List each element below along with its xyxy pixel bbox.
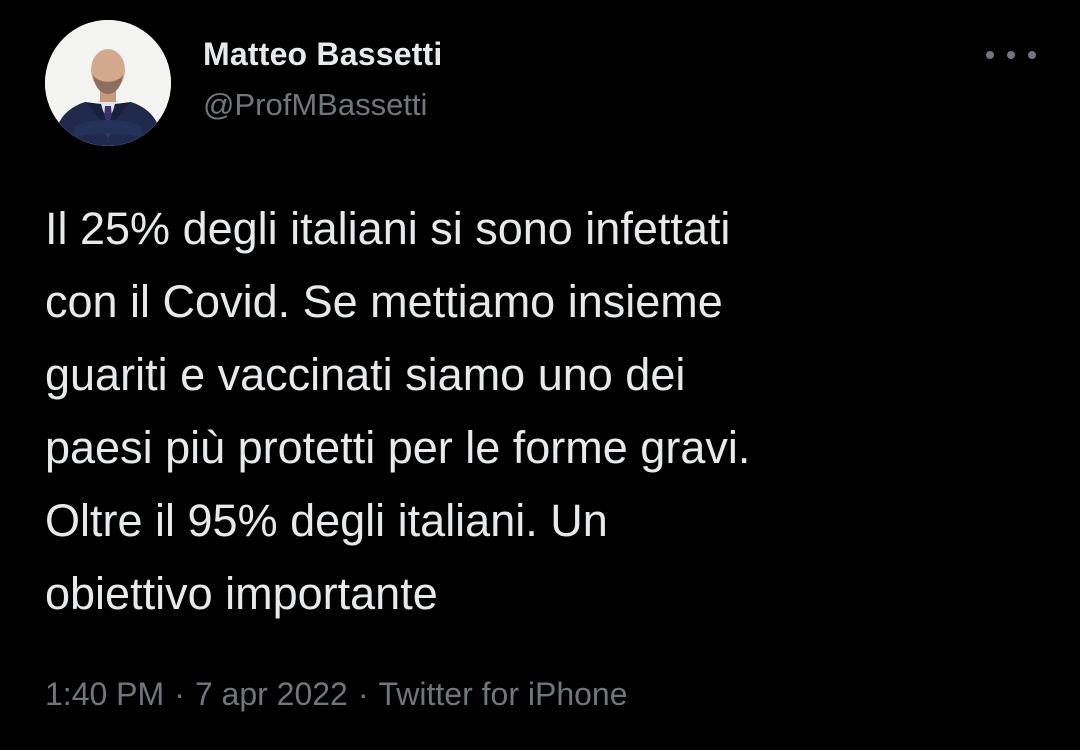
avatar-image xyxy=(45,20,171,146)
tweet-text-line: con il Covid. Se mettiamo insieme xyxy=(45,276,723,327)
tweet-time[interactable]: 1:40 PM xyxy=(45,676,164,713)
tweet-text: Il 25% degli italiani si sono infettati … xyxy=(45,192,1045,630)
author-handle[interactable]: @ProfMBassetti xyxy=(203,87,427,123)
tweet-date[interactable]: 7 apr 2022 xyxy=(195,676,348,713)
more-dot xyxy=(1007,51,1015,59)
tweet-card: Matteo Bassetti @ProfMBassetti Il 25% de… xyxy=(0,0,1080,750)
tweet-text-line: Il 25% degli italiani si sono infettati xyxy=(45,203,731,254)
more-dot xyxy=(1028,51,1036,59)
tweet-text-line: obiettivo importante xyxy=(45,568,438,619)
author-display-name[interactable]: Matteo Bassetti xyxy=(203,36,443,73)
separator-dot: · xyxy=(174,676,185,712)
more-options-icon[interactable] xyxy=(986,40,1036,70)
more-dot xyxy=(986,51,994,59)
tweet-text-line: guariti e vaccinati siamo uno dei xyxy=(45,349,686,400)
tweet-source[interactable]: Twitter for iPhone xyxy=(379,676,628,713)
separator-dot: · xyxy=(357,676,369,712)
author-avatar[interactable] xyxy=(45,20,171,146)
tweet-text-line: paesi più protetti per le forme gravi. xyxy=(45,422,751,473)
tweet-metadata: 1:40 PM · 7 apr 2022 · Twitter for iPhon… xyxy=(45,676,628,713)
tweet-text-line: Oltre il 95% degli italiani. Un xyxy=(45,495,608,546)
